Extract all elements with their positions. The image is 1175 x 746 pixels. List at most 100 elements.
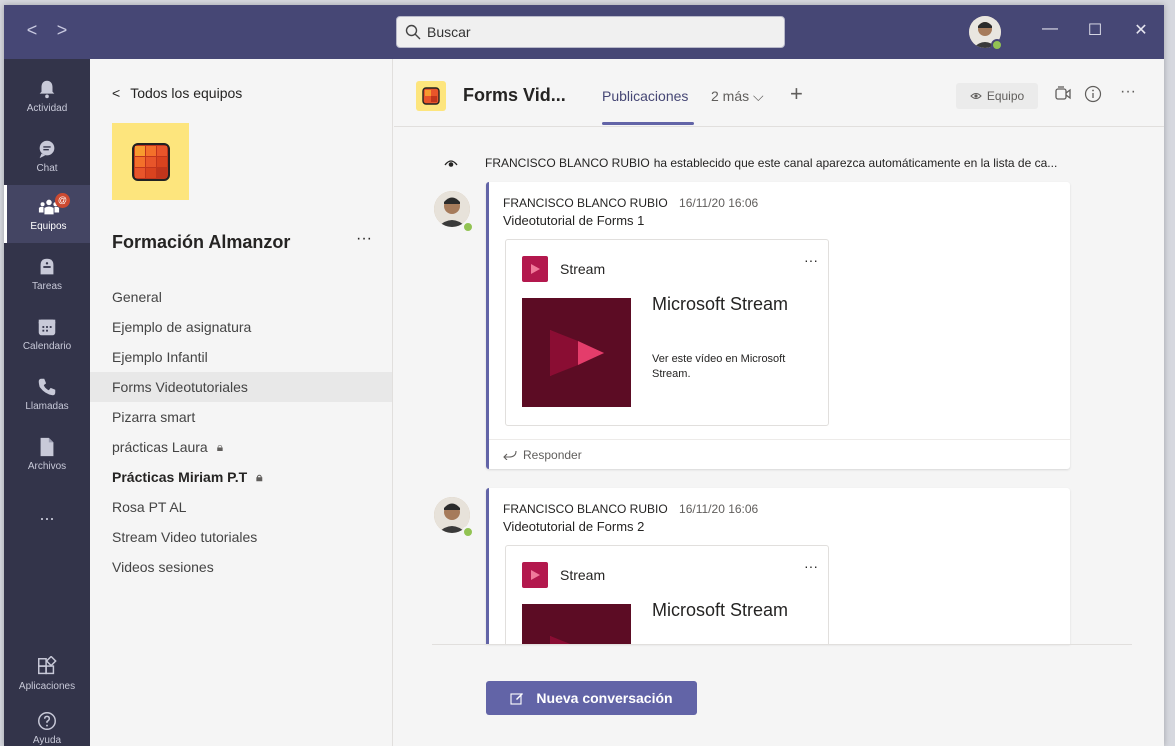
- team-panel: < Todos los equipos Formación Almanzor ·…: [90, 59, 393, 746]
- all-teams-label: Todos los equipos: [130, 85, 243, 101]
- channel-item-active[interactable]: Forms Videotutoriales: [90, 372, 392, 402]
- card-app-header: Stream: [522, 562, 605, 588]
- chevron-left-icon: <: [112, 85, 121, 101]
- calendar-icon: [38, 319, 56, 336]
- post-author[interactable]: FRANCISCO BLANCO RUBIO: [503, 196, 668, 210]
- team-logo-icon: [422, 87, 440, 105]
- file-icon: [40, 437, 54, 457]
- rail-item-equipos[interactable]: @ Equipos: [4, 185, 90, 243]
- channel-label: prácticas Laura: [112, 439, 208, 455]
- post-text: Videotutorial de Forms 1: [503, 213, 645, 228]
- info-icon[interactable]: [1084, 85, 1102, 103]
- channel-more-button[interactable]: ···: [1120, 83, 1136, 101]
- channel-label: Pizarra smart: [112, 409, 196, 425]
- post-card: FRANCISCO BLANCO RUBIO 16/11/20 16:06 Vi…: [486, 182, 1070, 469]
- channel-item[interactable]: Ejemplo de asignatura: [90, 312, 392, 342]
- info-text: ha establecido que este canal aparezca a…: [653, 156, 1058, 170]
- team-more-button[interactable]: ···: [356, 230, 372, 248]
- play-icon: [531, 264, 540, 274]
- channel-team-logo: [416, 81, 446, 111]
- rail-item-aplicaciones[interactable]: Aplicaciones: [4, 645, 90, 703]
- rail-label: Ayuda: [32, 735, 62, 746]
- lock-icon: 🔒︎: [216, 439, 224, 454]
- post-author[interactable]: FRANCISCO BLANCO RUBIO: [503, 502, 668, 516]
- tab-more-dropdown[interactable]: 2 más ⌵: [711, 88, 764, 105]
- rail-item-llamadas[interactable]: Llamadas: [4, 365, 90, 423]
- rail-label: Llamadas: [25, 401, 69, 412]
- rail-item-ayuda[interactable]: Ayuda: [4, 699, 90, 746]
- tasks-icon: [40, 258, 54, 275]
- active-tab-indicator: [602, 122, 694, 125]
- channel-item[interactable]: Stream Video tutoriales: [90, 522, 392, 552]
- card-more-button[interactable]: ···: [804, 252, 818, 268]
- post-time: 16/11/20 16:06: [679, 196, 759, 210]
- chevron-down-icon: ⌵: [753, 88, 764, 104]
- post-header: FRANCISCO BLANCO RUBIO 16/11/20 16:06: [489, 488, 1070, 516]
- channel-item[interactable]: General: [90, 282, 392, 312]
- stream-app-icon: [522, 562, 548, 588]
- meet-now-icon[interactable]: [1054, 85, 1072, 103]
- rail-item-tareas[interactable]: Tareas: [4, 245, 90, 303]
- channel-item[interactable]: Prácticas Miriam P.T 🔒︎: [90, 462, 392, 492]
- rail-item-more[interactable]: ...: [4, 485, 90, 543]
- stream-card[interactable]: Stream ··· Microsoft Stream Ver este víd…: [505, 239, 829, 426]
- reply-button[interactable]: Responder: [489, 439, 1070, 469]
- rail-label: Aplicaciones: [18, 681, 76, 692]
- tab-publicaciones[interactable]: Publicaciones: [602, 88, 688, 104]
- rail-item-actividad[interactable]: Actividad: [4, 67, 90, 125]
- channel-label: Ejemplo de asignatura: [112, 319, 252, 335]
- chat-icon: [39, 140, 55, 159]
- eye-icon: [444, 160, 458, 167]
- new-conversation-button[interactable]: Nueva conversación: [486, 681, 697, 715]
- rail-item-archivos[interactable]: Archivos: [4, 425, 90, 483]
- compose-icon: [510, 693, 524, 705]
- history-nav: < >: [24, 20, 70, 41]
- card-app-name: Stream: [560, 261, 606, 277]
- close-button[interactable]: ✕: [1131, 20, 1151, 40]
- mention-badge: @: [55, 193, 70, 208]
- rail-label: Tareas: [31, 281, 62, 292]
- channel-item[interactable]: Rosa PT AL: [90, 492, 392, 522]
- title-bar: < > Buscar — ☐ ✕: [4, 5, 1164, 59]
- rail-item-chat[interactable]: Chat: [4, 127, 90, 185]
- post-header: FRANCISCO BLANCO RUBIO 16/11/20 16:06: [489, 182, 1070, 210]
- minimize-button[interactable]: —: [1040, 20, 1060, 38]
- apps-icon: [38, 656, 57, 675]
- search-icon: [405, 24, 421, 40]
- back-arrow-button[interactable]: <: [24, 20, 40, 41]
- eye-icon: [970, 93, 982, 99]
- team-button[interactable]: Equipo: [956, 83, 1038, 109]
- channel-item[interactable]: Pizarra smart: [90, 402, 392, 432]
- team-logo-icon: [131, 142, 170, 181]
- search-input[interactable]: Buscar: [396, 16, 785, 48]
- team-logo: [112, 123, 189, 200]
- bell-icon: [39, 80, 55, 99]
- video-thumbnail[interactable]: [522, 298, 631, 407]
- add-tab-button[interactable]: +: [790, 81, 803, 107]
- phone-icon: [38, 378, 56, 396]
- channel-item[interactable]: Videos sesiones: [90, 552, 392, 582]
- forward-arrow-button[interactable]: >: [54, 20, 70, 41]
- maximize-button[interactable]: ☐: [1085, 20, 1105, 40]
- stream-logo-icon: [550, 330, 604, 376]
- channel-label: Stream Video tutoriales: [112, 529, 258, 545]
- channel-item[interactable]: Ejemplo Infantil: [90, 342, 392, 372]
- rail-item-calendario[interactable]: Calendario: [4, 305, 90, 363]
- rail-label: Calendario: [22, 341, 72, 352]
- card-description: Ver este vídeo en Microsoft Stream.: [652, 353, 786, 380]
- video-thumbnail[interactable]: [522, 604, 631, 644]
- channel-label: Videos sesiones: [112, 559, 214, 575]
- card-more-button[interactable]: ···: [804, 558, 818, 574]
- channel-label: Rosa PT AL: [112, 499, 187, 515]
- channel-label: Prácticas Miriam P.T: [112, 469, 248, 485]
- team-name: Formación Almanzor: [112, 232, 291, 252]
- card-app-name: Stream: [560, 567, 606, 583]
- all-teams-link[interactable]: < Todos los equipos: [112, 85, 242, 101]
- channel-item[interactable]: prácticas Laura 🔒︎: [90, 432, 392, 462]
- stream-card[interactable]: Stream ··· Microsoft Stream: [505, 545, 829, 644]
- channel-main: Forms Vid... Publicaciones 2 más ⌵ + Equ…: [394, 59, 1164, 746]
- stream-app-icon: [522, 256, 548, 282]
- app-rail: Actividad Chat @ Equipos Tareas Calendar…: [4, 59, 90, 746]
- presence-indicator: [462, 526, 474, 538]
- rail-label: Archivos: [27, 461, 67, 472]
